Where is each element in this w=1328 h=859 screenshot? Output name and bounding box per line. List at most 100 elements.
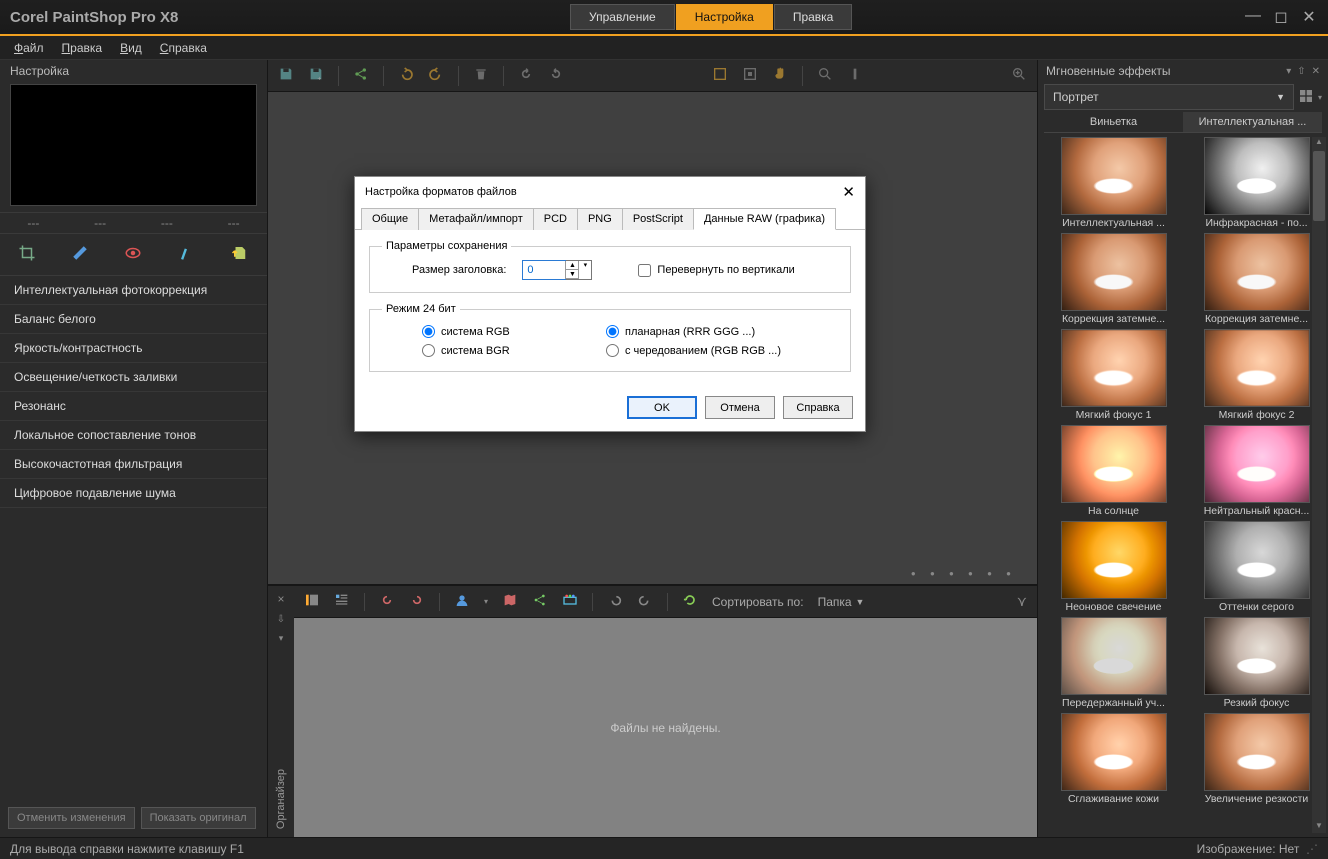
zoom-slider-icon[interactable] [847,66,863,85]
adjustment-item-7[interactable]: Цифровое подавление шума [0,479,267,508]
mode-tab-1[interactable]: Настройка [676,4,773,30]
makeover-icon[interactable] [178,244,196,265]
organizer-pin-icon[interactable]: ⇩ [277,614,285,625]
spin-up-icon[interactable]: ▲ [566,261,578,270]
people-dd-icon[interactable]: ▾ [484,597,488,606]
effect-thumb-8[interactable]: Неоновое свечение [1044,521,1183,613]
delete-icon[interactable] [473,66,489,85]
flip-vertical-checkbox[interactable]: Перевернуть по вертикали [638,264,794,277]
scroll-up-icon[interactable]: ▲ [1312,137,1326,149]
flip-vertical-input[interactable] [638,264,651,277]
effect-thumb-11[interactable]: Резкий фокус [1187,617,1326,709]
radio-rgb[interactable]: система RGB [422,325,582,338]
adjustment-item-5[interactable]: Локальное сопоставление тонов [0,421,267,450]
radio-interleaved[interactable]: с чередованием (RGB RGB ...) [606,344,798,357]
effect-thumb-10[interactable]: Передержанный уч... [1044,617,1183,709]
menu-файл[interactable]: Файл [14,41,44,55]
view-thumbs-icon[interactable] [304,592,320,611]
effect-thumb-2[interactable]: Коррекция затемне... [1044,233,1183,325]
effect-thumb-1[interactable]: Инфракрасная - по... [1187,137,1326,229]
redeye-icon[interactable] [124,244,142,265]
straighten-icon[interactable] [71,244,89,265]
zoom-fit-icon[interactable] [1011,66,1027,85]
mode-tab-2[interactable]: Правка [774,4,853,30]
rotate-left-icon[interactable] [518,66,534,85]
adjustment-item-0[interactable]: Интеллектуальная фотокоррекция [0,276,267,305]
radio-planar[interactable]: планарная (RRR GGG ...) [606,325,798,338]
refresh-icon[interactable] [682,592,698,611]
resize-dots[interactable]: ● ● ● ● ● ● [911,569,1017,578]
share2-icon[interactable] [532,592,548,611]
dialog-tab-1[interactable]: Метафайл/импорт [418,208,534,230]
dialog-close-button[interactable]: ✕ [842,183,855,201]
effect-thumb-12[interactable]: Сглаживание кожи [1044,713,1183,805]
crop-icon[interactable] [18,244,36,265]
tray-icon[interactable] [562,592,578,611]
cancel-button[interactable]: Отмена [705,396,775,419]
scroll-thumb[interactable] [1313,151,1325,221]
minimize-button[interactable]: — [1244,7,1262,27]
people-icon[interactable] [454,592,470,611]
effect-thumb-13[interactable]: Увеличение резкости [1187,713,1326,805]
dialog-tab-5[interactable]: Данные RAW (графика) [693,208,836,230]
menu-вид[interactable]: Вид [120,41,142,55]
adjustment-item-2[interactable]: Яркость/контрастность [0,334,267,363]
organizer-menu-icon[interactable]: ▾ [279,633,284,644]
map-icon[interactable] [502,592,518,611]
effect-thumb-6[interactable]: На солнце [1044,425,1183,517]
effect-tab-1[interactable]: Интеллектуальная ... [1183,112,1322,132]
effect-thumb-4[interactable]: Мягкий фокус 1 [1044,329,1183,421]
organizer-tab-label[interactable]: Органайзер [275,769,287,829]
effect-thumb-5[interactable]: Мягкий фокус 2 [1187,329,1326,421]
header-size-spinner[interactable]: ▲ ▼ ▾ [522,260,592,280]
zoom-icon[interactable] [817,66,833,85]
effects-scrollbar[interactable]: ▲ ▼ [1312,137,1326,833]
dialog-tab-3[interactable]: PNG [577,208,623,230]
menu-правка[interactable]: Правка [62,41,103,55]
organizer-close-icon[interactable]: × [277,592,284,606]
category-dropdown[interactable]: Портрет ▼ [1044,84,1294,110]
view-mode-dd-icon[interactable]: ▾ [1318,93,1322,102]
redo-icon[interactable] [428,66,444,85]
pan-icon[interactable] [772,66,788,85]
dialog-tab-2[interactable]: PCD [533,208,578,230]
adjustment-item-4[interactable]: Резонанс [0,392,267,421]
menu-справка[interactable]: Справка [160,41,207,55]
effect-tab-0[interactable]: Виньетка [1044,112,1183,132]
adjustment-item-1[interactable]: Баланс белого [0,305,267,334]
rotate-cw-icon[interactable] [409,592,425,611]
radio-bgr[interactable]: система BGR [422,344,582,357]
share-icon[interactable] [353,66,369,85]
adjustment-item-6[interactable]: Высокочастотная фильтрация [0,450,267,479]
redo2-icon[interactable] [637,592,653,611]
panel-pin-icon[interactable]: ⇧ [1297,66,1305,77]
resize-grip-icon[interactable]: ⋰ [1306,842,1318,856]
dialog-tab-4[interactable]: PostScript [622,208,694,230]
fit-icon[interactable] [712,66,728,85]
actual-icon[interactable] [742,66,758,85]
rotate-ccw-icon[interactable] [379,592,395,611]
effect-thumb-7[interactable]: Нейтральный красн... [1187,425,1326,517]
panel-close-icon[interactable]: ✕ [1312,66,1320,77]
show-original-button[interactable]: Показать оригинал [141,807,256,829]
effect-thumb-0[interactable]: Интеллектуальная ... [1044,137,1183,229]
rotate-right-icon[interactable] [548,66,564,85]
spin-down-icon[interactable]: ▼ [566,270,578,279]
undo2-icon[interactable] [607,592,623,611]
saveas-icon[interactable]: + [308,66,324,85]
effect-thumb-3[interactable]: Коррекция затемне... [1187,233,1326,325]
adjustment-item-3[interactable]: Освещение/четкость заливки [0,363,267,392]
dialog-tab-0[interactable]: Общие [361,208,419,230]
header-size-input[interactable] [523,261,565,279]
undo-icon[interactable] [398,66,414,85]
view-mode-icon[interactable] [1298,88,1314,107]
mode-tab-0[interactable]: Управление [570,4,675,30]
sort-dropdown[interactable]: Папка ▼ [818,595,865,609]
help-button[interactable]: Справка [783,396,853,419]
panel-menu-icon[interactable]: ▾ [1286,66,1291,77]
close-button[interactable]: ✕ [1300,7,1318,27]
effect-thumb-9[interactable]: Оттенки серого [1187,521,1326,613]
organizer-expand-icon[interactable]: ⋎ [1017,593,1027,610]
clone-icon[interactable] [231,244,249,265]
ok-button[interactable]: OK [627,396,697,419]
